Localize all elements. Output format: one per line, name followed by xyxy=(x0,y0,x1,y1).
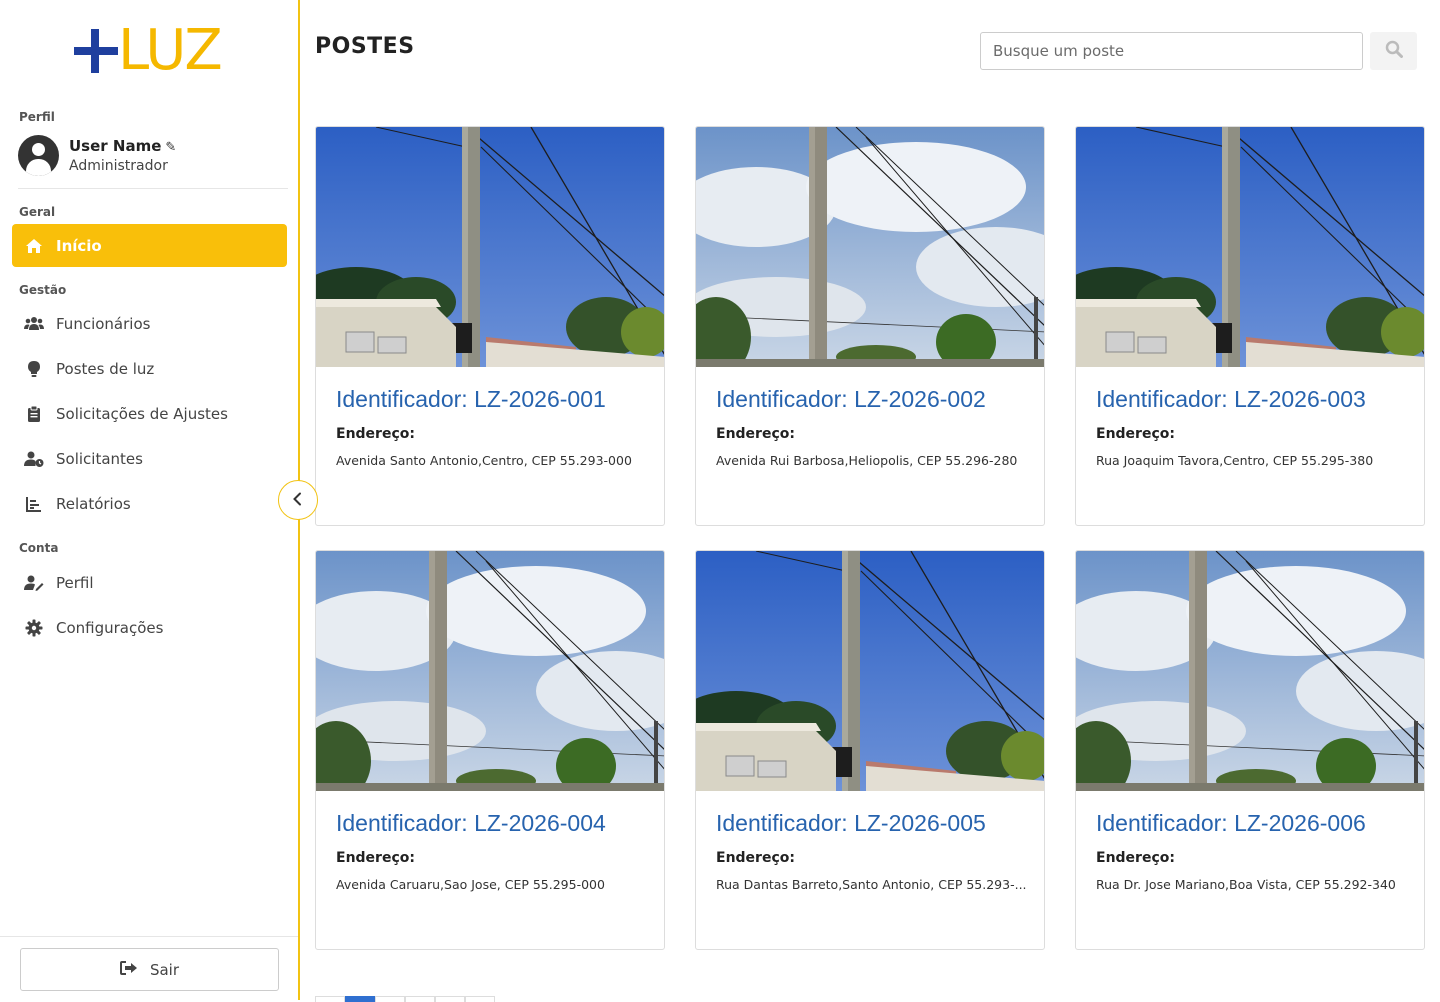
address-value: Avenida Rui Barbosa,Heliopolis, CEP 55.2… xyxy=(716,453,1018,468)
sidebar-item-relatorios[interactable]: Relatórios xyxy=(12,482,287,525)
address-value: Avenida Santo Antonio,Centro, CEP 55.293… xyxy=(336,453,632,468)
pagination-next[interactable] xyxy=(465,996,495,1002)
address-value: Rua Dr. Jose Mariano,Boa Vista, CEP 55.2… xyxy=(1096,877,1396,892)
sidebar-footer: Sair xyxy=(0,936,298,1000)
sidebar-item-label: Solicitantes xyxy=(56,449,143,468)
pole-photo xyxy=(316,551,665,791)
collapse-sidebar-button[interactable] xyxy=(278,480,318,520)
pagination-page[interactable] xyxy=(435,996,465,1002)
avatar xyxy=(18,135,59,176)
section-label-perfil: Perfil xyxy=(19,110,55,124)
search-input[interactable] xyxy=(980,32,1363,70)
sidebar-item-label: Postes de luz xyxy=(56,359,155,378)
sidebar-item-solicitacoes[interactable]: Solicitações de Ajustes xyxy=(12,392,287,435)
address-label: Endereço: xyxy=(336,850,415,866)
logo-plus-horizontal xyxy=(74,47,118,55)
address-value: Rua Dantas Barreto,Santo Antonio, CEP 55… xyxy=(716,877,1027,892)
logo-text: LUZ xyxy=(118,18,223,83)
user-profile: User Name ✎ Administrador xyxy=(18,133,288,189)
clipboard-icon xyxy=(24,404,44,424)
sidebar-item-label: Relatórios xyxy=(56,494,131,513)
sidebar-item-label: Funcionários xyxy=(56,314,151,333)
pole-card[interactable]: Identificador: LZ-2026-001 Endereço: Ave… xyxy=(315,126,665,526)
sidebar-item-postes-de-luz[interactable]: Postes de luz xyxy=(12,347,287,390)
app-logo[interactable]: LUZ xyxy=(74,18,234,86)
address-label: Endereço: xyxy=(716,850,795,866)
search-button[interactable] xyxy=(1370,32,1417,70)
page-title: POSTES xyxy=(315,34,415,59)
sidebar-item-label: Início xyxy=(56,236,102,255)
pole-photo xyxy=(1076,127,1425,367)
pole-photo xyxy=(696,551,1045,791)
pole-card[interactable]: Identificador: LZ-2026-005 Endereço: Rua… xyxy=(695,550,1045,950)
pole-card[interactable]: Identificador: LZ-2026-004 Endereço: Ave… xyxy=(315,550,665,950)
pole-photo xyxy=(696,127,1045,367)
pagination-page-active[interactable] xyxy=(345,996,375,1002)
pole-card[interactable]: Identificador: LZ-2026-003 Endereço: Rua… xyxy=(1075,126,1425,526)
logout-button[interactable]: Sair xyxy=(20,948,279,991)
lightbulb-icon xyxy=(24,359,44,379)
sidebar-item-configuracoes[interactable]: Configurações xyxy=(12,606,287,649)
pole-identifier[interactable]: Identificador: LZ-2026-005 xyxy=(716,810,986,837)
user-name: User Name xyxy=(69,137,162,155)
sidebar: LUZ Perfil User Name ✎ Administrador Gera… xyxy=(0,0,300,1000)
sidebar-item-inicio[interactable]: Início xyxy=(12,224,287,267)
pole-card[interactable]: Identificador: LZ-2026-006 Endereço: Rua… xyxy=(1075,550,1425,950)
sidebar-item-solicitantes[interactable]: Solicitantes xyxy=(12,437,287,480)
pole-photo xyxy=(1076,551,1425,791)
chart-icon xyxy=(24,494,44,514)
address-value: Rua Joaquim Tavora,Centro, CEP 55.295-38… xyxy=(1096,453,1374,468)
logout-label: Sair xyxy=(149,960,180,979)
sidebar-item-funcionarios[interactable]: Funcionários xyxy=(12,302,287,345)
pole-identifier[interactable]: Identificador: LZ-2026-001 xyxy=(336,386,606,413)
user-name-row: User Name ✎ xyxy=(69,137,176,155)
home-icon xyxy=(24,236,44,256)
address-label: Endereço: xyxy=(1096,850,1175,866)
pagination xyxy=(315,996,495,1002)
search-icon xyxy=(1385,40,1403,62)
pagination-prev[interactable] xyxy=(315,996,345,1002)
section-label-conta: Conta xyxy=(19,541,59,555)
sidebar-item-label: Configurações xyxy=(56,618,164,637)
pole-identifier[interactable]: Identificador: LZ-2026-006 xyxy=(1096,810,1366,837)
user-role: Administrador xyxy=(69,158,168,174)
pole-card[interactable]: Identificador: LZ-2026-002 Endereço: Ave… xyxy=(695,126,1045,526)
edit-icon[interactable]: ✎ xyxy=(165,140,176,155)
user-edit-icon xyxy=(24,573,44,593)
pole-identifier[interactable]: Identificador: LZ-2026-003 xyxy=(1096,386,1366,413)
pole-identifier[interactable]: Identificador: LZ-2026-004 xyxy=(336,810,606,837)
address-label: Endereço: xyxy=(716,426,795,442)
gear-icon xyxy=(24,618,44,638)
sidebar-item-label: Solicitações de Ajustes xyxy=(56,404,228,423)
pole-photo xyxy=(316,127,665,367)
pole-identifier[interactable]: Identificador: LZ-2026-002 xyxy=(716,386,986,413)
sidebar-item-perfil[interactable]: Perfil xyxy=(12,561,287,604)
pagination-page[interactable] xyxy=(375,996,405,1002)
address-label: Endereço: xyxy=(1096,426,1175,442)
users-icon xyxy=(24,314,44,334)
sign-out-icon xyxy=(119,960,138,979)
section-label-geral: Geral xyxy=(19,205,56,219)
address-value: Avenida Caruaru,Sao Jose, CEP 55.295-000 xyxy=(336,877,605,892)
user-clock-icon xyxy=(24,449,44,469)
sidebar-item-label: Perfil xyxy=(56,573,94,592)
pagination-page[interactable] xyxy=(405,996,435,1002)
section-label-gestao: Gestão xyxy=(19,283,67,297)
address-label: Endereço: xyxy=(336,426,415,442)
chevron-left-icon xyxy=(292,491,304,510)
